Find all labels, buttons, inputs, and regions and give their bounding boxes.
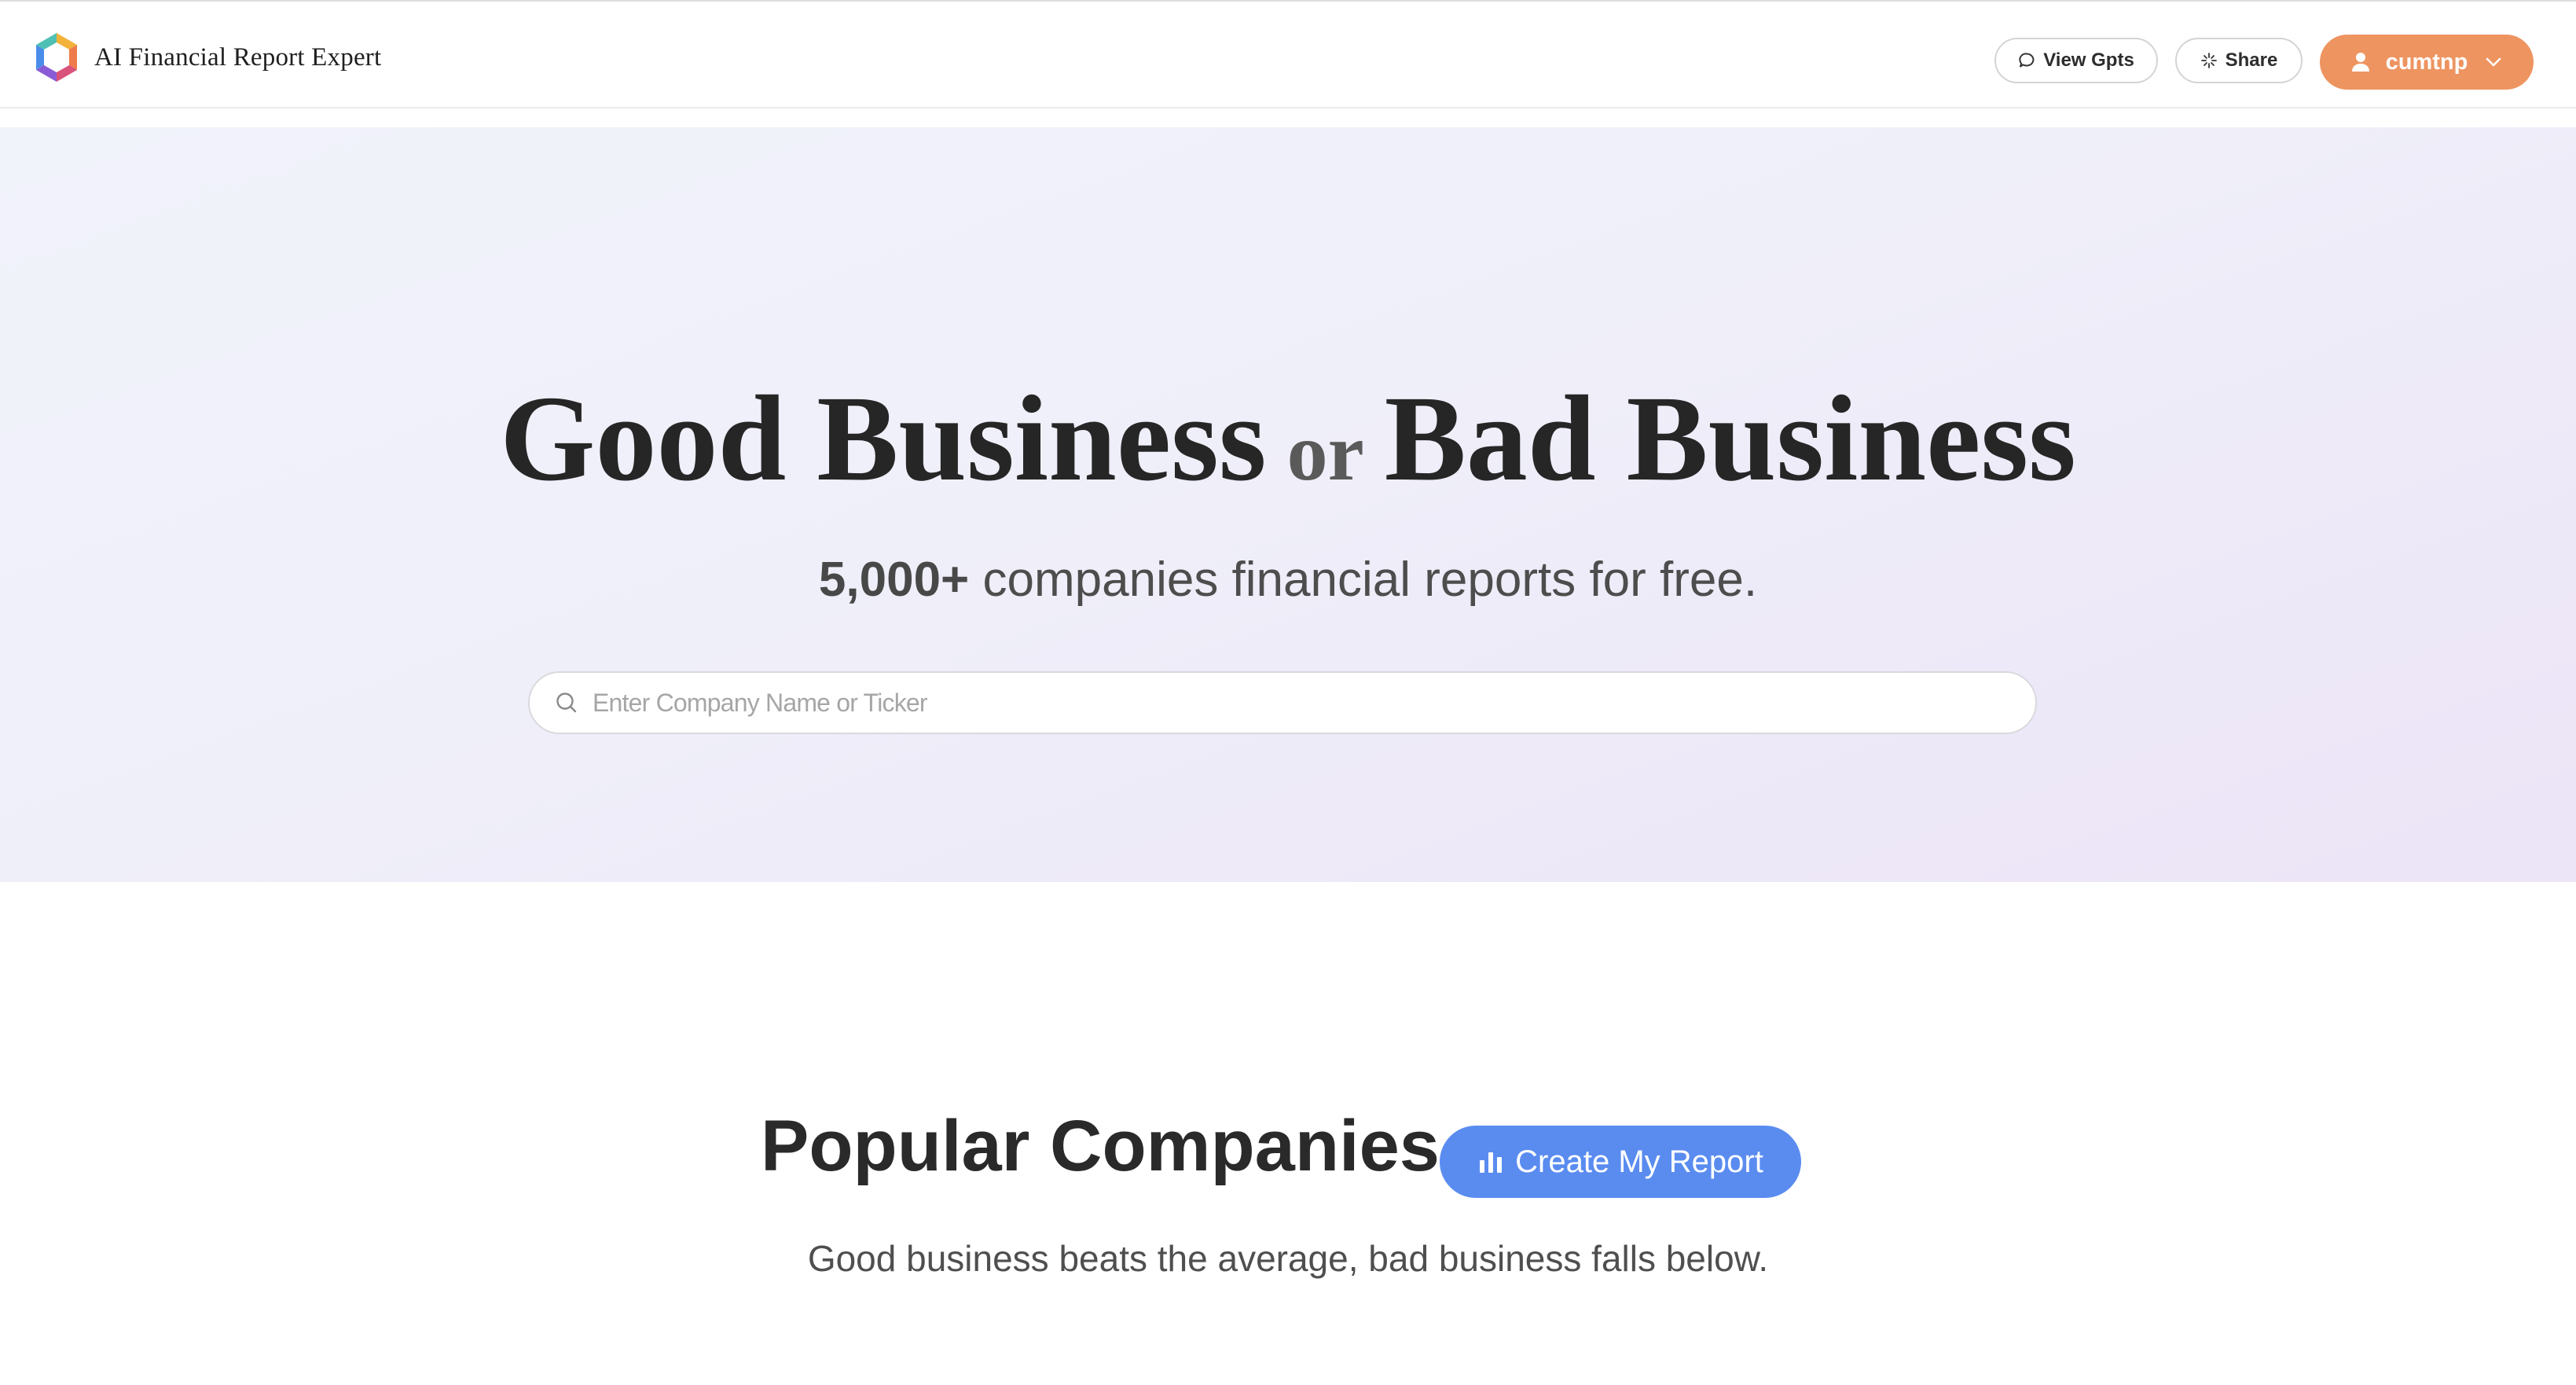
search-icon — [555, 691, 578, 715]
search-input[interactable] — [593, 688, 1991, 718]
hero-subtitle: 5,000+ companies financial reports for f… — [0, 552, 2576, 608]
user-name: cumtnp — [2385, 49, 2468, 75]
popular-companies-title: Popular Companies — [761, 1106, 1440, 1186]
user-menu-button[interactable]: cumtnp — [2320, 35, 2534, 90]
search-bar[interactable] — [528, 671, 2037, 734]
sparkle-icon — [2200, 53, 2217, 68]
top-header: AI Financial Report Expert View Gpts Sha… — [0, 2, 2576, 108]
create-my-report-button[interactable]: Create My Report — [1440, 1126, 1801, 1198]
user-icon — [2351, 52, 2370, 72]
view-gpts-button[interactable]: View Gpts — [1994, 38, 2158, 83]
share-button[interactable]: Share — [2175, 38, 2303, 83]
hexagon-logo-icon — [36, 33, 77, 82]
create-my-report-label: Create My Report — [1515, 1144, 1763, 1179]
hero-title-or: or — [1286, 407, 1364, 498]
chevron-down-icon — [2485, 57, 2502, 68]
hero-title: Good Business or Bad Business — [0, 377, 2576, 500]
share-label: Share — [2225, 50, 2278, 71]
hero-subtitle-count: 5,000+ — [818, 553, 970, 607]
popular-companies-subtitle: Good business beats the average, bad bus… — [807, 1238, 1769, 1279]
brand-name: AI Financial Report Expert — [94, 42, 382, 72]
chat-bubble-icon — [2019, 53, 2035, 68]
hero-section: Good Business or Bad Business 5,000+ compa… — [0, 127, 2576, 882]
view-gpts-label: View Gpts — [2043, 50, 2134, 71]
bar-chart-icon — [1477, 1149, 1504, 1174]
brand[interactable]: AI Financial Report Expert — [33, 31, 381, 83]
hero-title-bad: Bad Business — [1384, 370, 2076, 506]
hero-subtitle-text: companies financial reports for free. — [969, 553, 1758, 607]
hero-title-good: Good Business — [500, 370, 1267, 506]
